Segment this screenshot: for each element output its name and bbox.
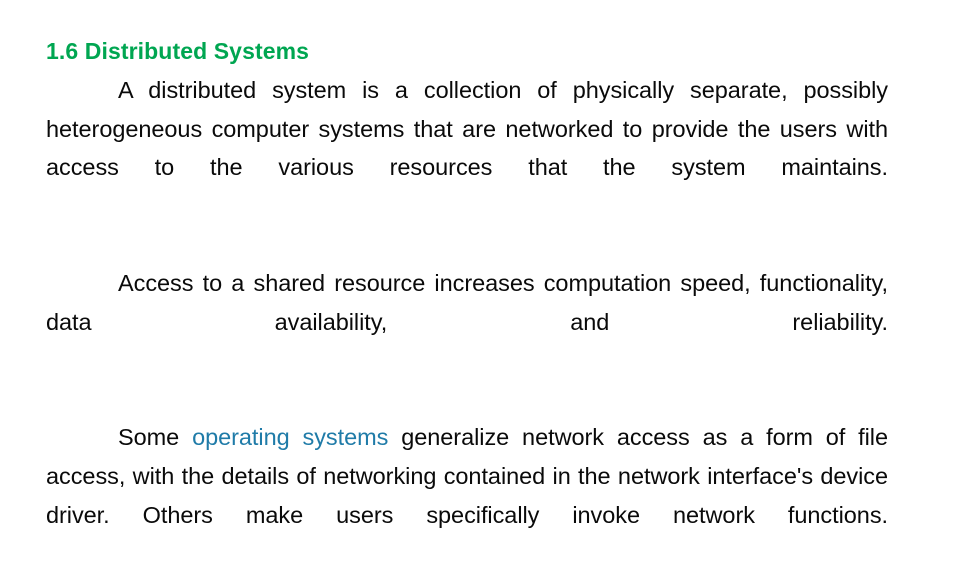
highlight-operating-systems: operating systems <box>192 424 389 451</box>
paragraph-network-access: Some operating systems generalize networ… <box>46 418 888 572</box>
paragraph-lead-text: Some <box>118 424 193 451</box>
paragraph-distributed-system-definition: A distributed system is a collection of … <box>46 77 888 181</box>
page-title: 1.6 Distributed Systems <box>46 38 310 64</box>
paragraph-shared-resource-benefits: Access to a shared resource increases co… <box>46 270 888 335</box>
slide-content-body: 1.6 Distributed Systems A distributed sy… <box>46 38 888 573</box>
slide-canvas: 1.6 Distributed Systems A distributed sy… <box>0 0 960 540</box>
